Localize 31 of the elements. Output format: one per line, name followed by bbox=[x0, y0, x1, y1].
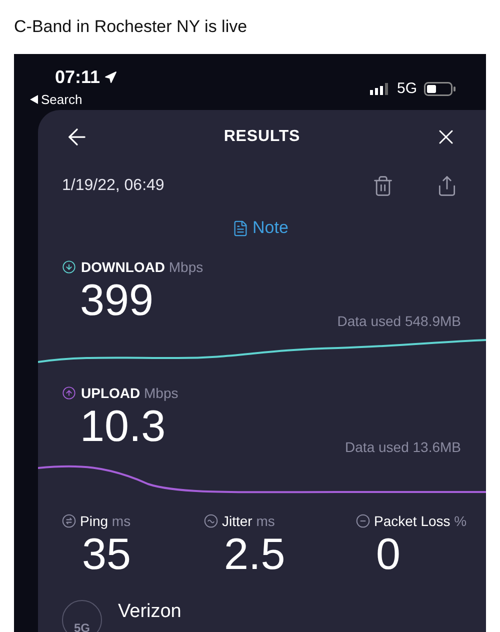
speed-value: 10.3 bbox=[80, 402, 166, 452]
status-time: 07:11 bbox=[55, 66, 100, 89]
metric-label: Jitter ms bbox=[222, 512, 275, 530]
signal-icon bbox=[370, 83, 390, 96]
network-type: 5G bbox=[396, 79, 417, 99]
jitter-icon bbox=[204, 514, 218, 528]
result-timestamp: 1/19/22, 06:49 bbox=[62, 176, 166, 196]
speed-value: 399 bbox=[80, 276, 154, 326]
metric-label: Ping ms bbox=[80, 512, 131, 531]
data-used-text: Data used 548.9MB bbox=[337, 312, 461, 331]
provider-name: Verizon bbox=[118, 600, 182, 624]
battery-icon bbox=[424, 82, 456, 96]
location-icon bbox=[104, 71, 118, 84]
metric-value: 0 bbox=[376, 530, 400, 580]
results-title: RESULTS bbox=[224, 127, 300, 147]
speed-label: UPLOAD Mbps bbox=[81, 384, 178, 403]
network-badge: 5G bbox=[62, 600, 102, 632]
speed-label: DOWNLOAD Mbps bbox=[81, 258, 204, 277]
packet-loss-icon bbox=[356, 514, 370, 528]
metric-value: 2.5 bbox=[224, 530, 286, 580]
ping-icon bbox=[62, 514, 76, 528]
note-link[interactable]: Note bbox=[232, 215, 288, 241]
note-icon bbox=[232, 220, 249, 236]
post-title: C-Band in Rochester NY is live bbox=[14, 16, 248, 38]
data-used-text: Data used 13.6MB bbox=[345, 438, 461, 457]
back-link[interactable]: Search bbox=[41, 90, 82, 110]
trash-icon[interactable] bbox=[372, 175, 394, 197]
back-triangle-icon bbox=[30, 95, 38, 104]
metric-value: 35 bbox=[82, 530, 131, 580]
share-icon[interactable] bbox=[436, 175, 458, 197]
metric-label: Packet Loss % bbox=[374, 512, 467, 530]
